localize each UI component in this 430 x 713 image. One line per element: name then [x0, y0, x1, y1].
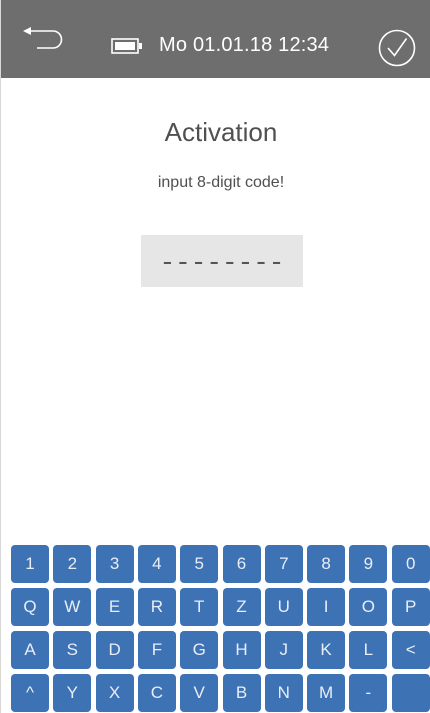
key[interactable]: Q	[11, 588, 49, 626]
activation-code-input[interactable]: --------	[141, 235, 303, 287]
date-time-display: Mo 01.01.18 12:34	[159, 34, 330, 56]
key[interactable]: Y	[53, 674, 92, 712]
key[interactable]: R	[137, 588, 176, 626]
key[interactable]: S	[53, 631, 92, 669]
keyboard-row: QWERTZUIOP	[11, 588, 430, 626]
key[interactable]: J	[264, 631, 303, 669]
key[interactable]: P	[391, 588, 430, 626]
activation-screen: Mo 01.01.18 12:34 Activation input 8-dig…	[0, 0, 430, 713]
key[interactable]: <	[391, 631, 430, 669]
key[interactable]: 1	[11, 545, 49, 583]
key[interactable]: D	[95, 631, 134, 669]
key[interactable]: A	[11, 631, 49, 669]
key[interactable]: Z	[222, 588, 261, 626]
key[interactable]: 6	[222, 545, 261, 583]
return-arrow-icon	[23, 27, 63, 49]
key[interactable]: T	[180, 588, 219, 626]
key[interactable]: 4	[137, 545, 176, 583]
instruction-text: input 8-digit code!	[157, 174, 285, 191]
key[interactable]: N	[264, 674, 303, 712]
key[interactable]: L	[349, 631, 388, 669]
key[interactable]: 5	[180, 545, 219, 583]
back-button[interactable]	[23, 24, 71, 54]
key[interactable]: 2	[53, 545, 92, 583]
key[interactable]: X	[95, 674, 134, 712]
key[interactable]: 7	[264, 545, 303, 583]
key[interactable]: 0	[391, 545, 430, 583]
keyboard-row: ^ Y X C V B N M -	[11, 674, 430, 712]
key[interactable]: 8	[307, 545, 346, 583]
key[interactable]: 9	[349, 545, 388, 583]
key[interactable]: H	[222, 631, 261, 669]
key[interactable]: 3	[95, 545, 134, 583]
key[interactable]: C	[137, 674, 176, 712]
key-blank[interactable]	[391, 674, 430, 712]
key[interactable]: K	[307, 631, 346, 669]
key[interactable]: I	[307, 588, 346, 626]
key[interactable]: E	[95, 588, 134, 626]
key[interactable]: ^	[11, 674, 49, 712]
key[interactable]: V	[180, 674, 219, 712]
key[interactable]: U	[264, 588, 303, 626]
checkmark-circle-icon	[378, 29, 416, 67]
key[interactable]: G	[180, 631, 219, 669]
key[interactable]: B	[222, 674, 261, 712]
top-bar: Mo 01.01.18 12:34	[1, 0, 430, 78]
keyboard-row: A S D F G H J K L <	[11, 631, 430, 669]
key[interactable]: O	[349, 588, 388, 626]
key[interactable]: -	[349, 674, 388, 712]
page-title: Activation	[164, 117, 278, 147]
on-screen-keyboard: 1 2 3 4 5 6 7 8 9 0 Q W E R T Z U I O P A S D F G H J K L < ^ Y X C V B N M -	[11, 545, 430, 713]
key[interactable]: W	[53, 588, 92, 626]
keyboard-row: 1234567890	[11, 545, 430, 583]
key[interactable]: M	[307, 674, 346, 712]
confirm-button[interactable]	[378, 29, 416, 67]
battery-icon	[111, 38, 143, 54]
key[interactable]: F	[137, 631, 176, 669]
